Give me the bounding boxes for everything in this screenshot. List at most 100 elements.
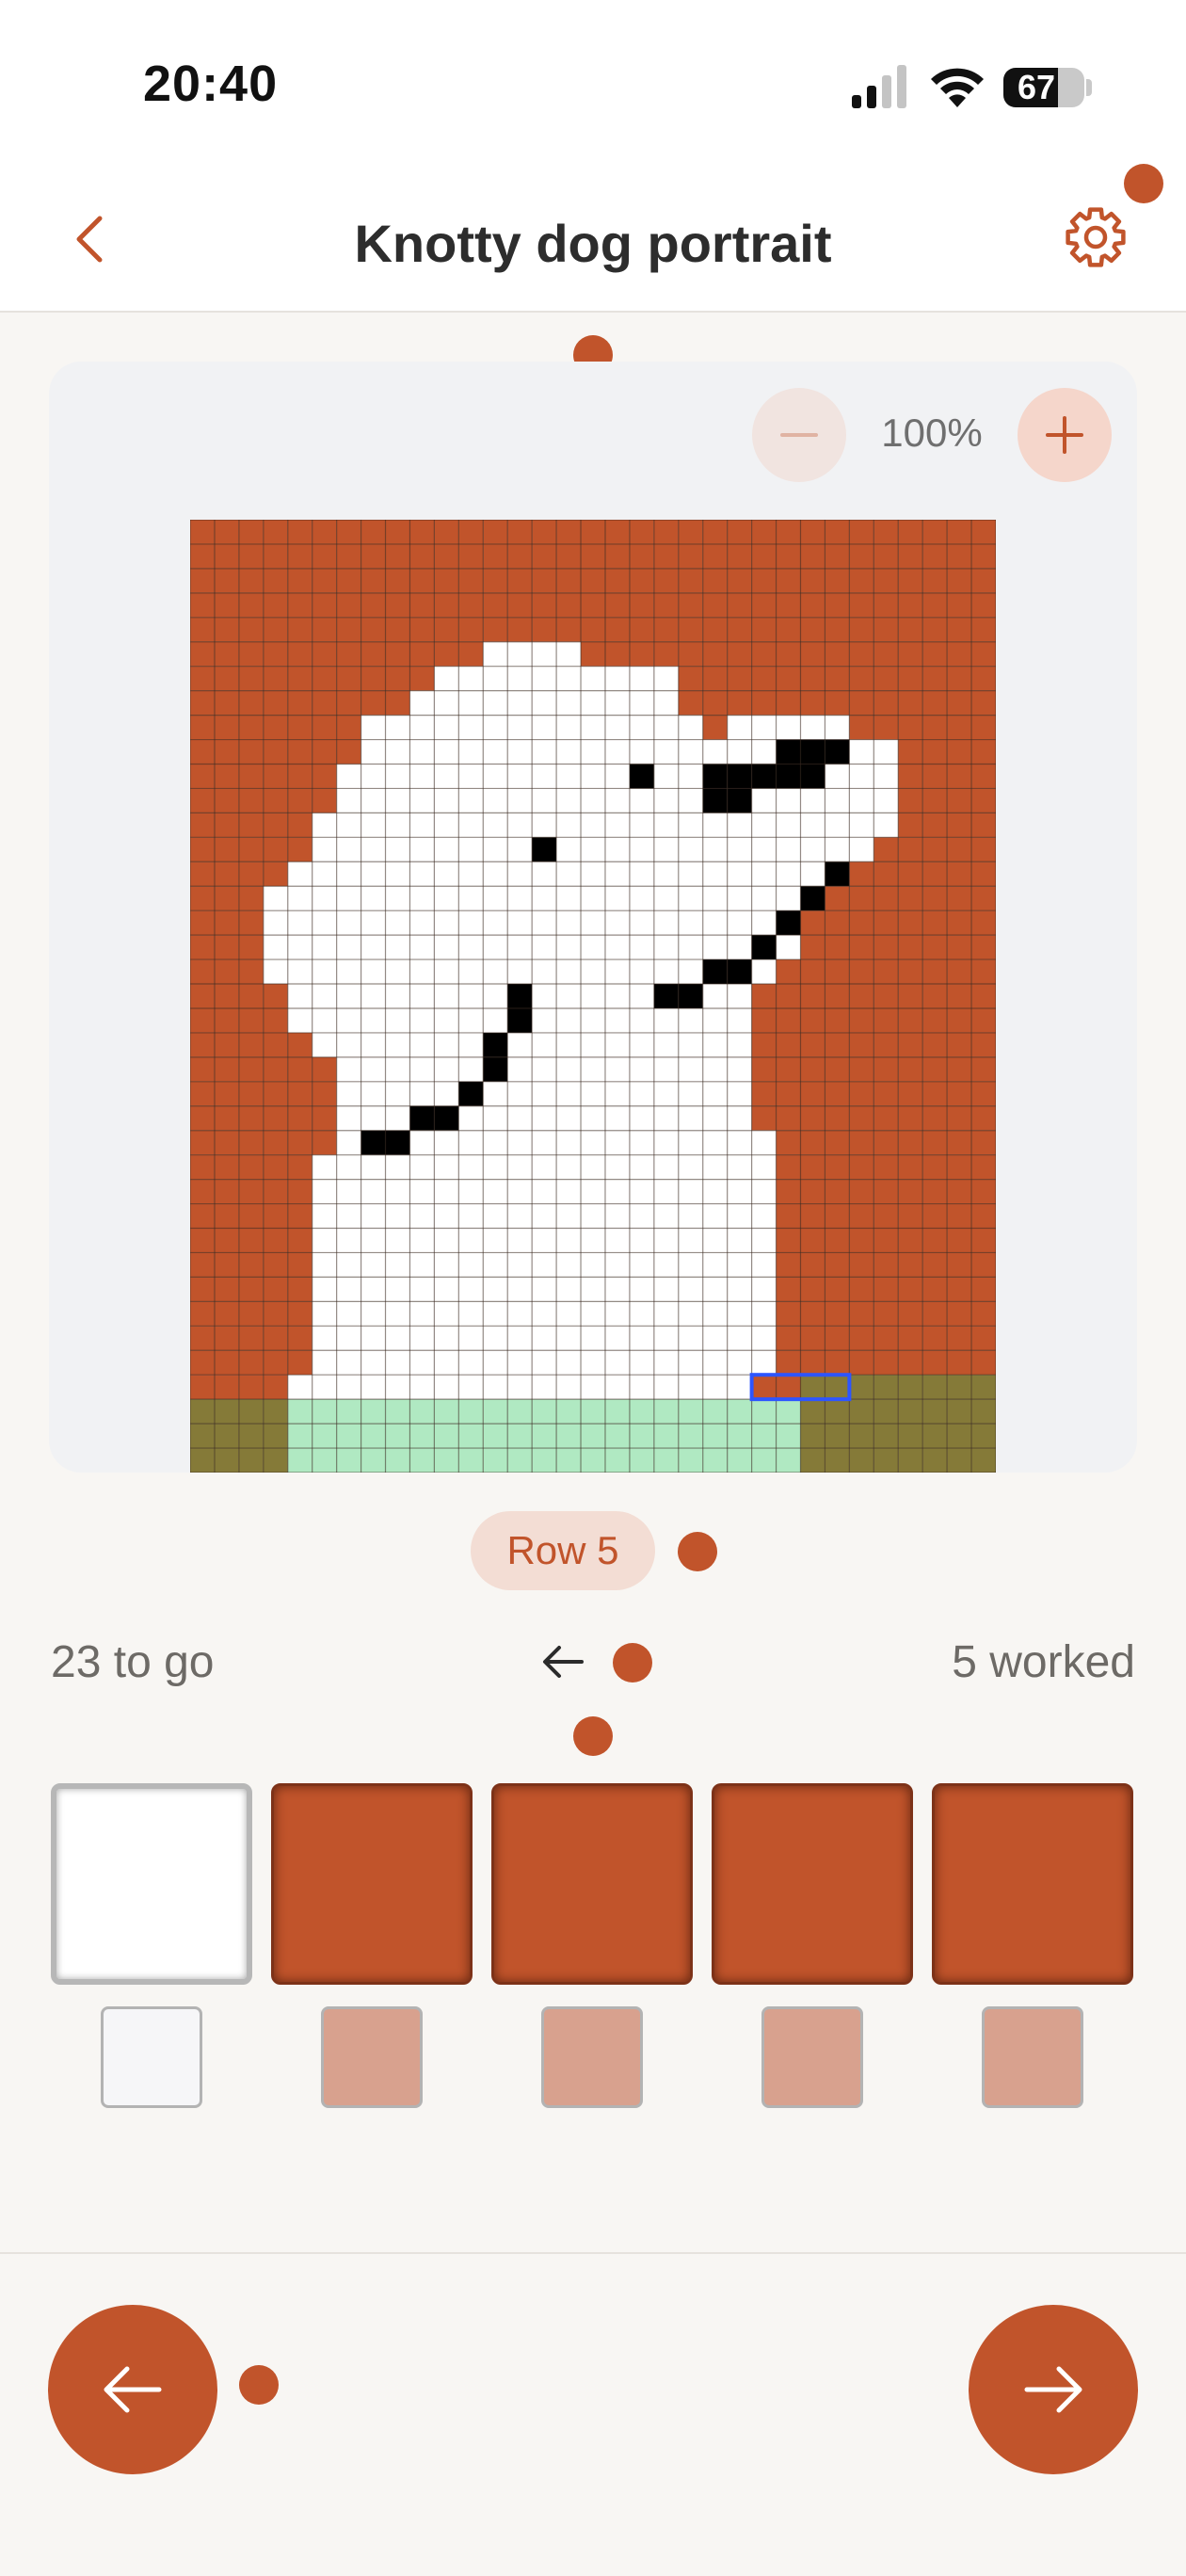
- zoom-in-button[interactable]: [1018, 388, 1112, 482]
- pattern-cell: [361, 1350, 386, 1376]
- knitting-chart[interactable]: [190, 520, 996, 1473]
- pattern-cell: [361, 813, 386, 838]
- pattern-cell: [825, 1007, 850, 1033]
- pattern-cell: [629, 764, 654, 789]
- pattern-cell: [604, 1179, 630, 1204]
- pattern-cell: [702, 1081, 728, 1106]
- pattern-cell: [483, 813, 508, 838]
- pattern-cell: [751, 641, 777, 667]
- pattern-cell: [409, 935, 435, 960]
- pattern-cell: [434, 910, 459, 936]
- pattern-cell: [751, 1007, 777, 1033]
- pattern-cell: [336, 1277, 361, 1302]
- pattern-cell: [532, 1326, 557, 1351]
- pattern-cell: [727, 959, 752, 985]
- pattern-cell: [702, 1326, 728, 1351]
- pattern-cell: [483, 568, 508, 593]
- pattern-cell: [629, 1130, 654, 1155]
- pattern-cell: [409, 1105, 435, 1131]
- pattern-cell: [751, 543, 777, 569]
- pattern-cell: [336, 1448, 361, 1473]
- pattern-cell: [434, 520, 459, 544]
- pattern-cell: [898, 1326, 923, 1351]
- pattern-cell: [800, 543, 825, 569]
- pattern-cell: [312, 837, 337, 862]
- pattern-cell: [776, 715, 801, 740]
- pattern-cell: [361, 1228, 386, 1253]
- pattern-cell: [776, 1179, 801, 1204]
- pattern-cell: [849, 1228, 874, 1253]
- pattern-cell: [336, 1203, 361, 1229]
- pattern-cell: [238, 886, 264, 911]
- stitch-cell[interactable]: [271, 1783, 473, 1985]
- pattern-cell: [409, 984, 435, 1008]
- pattern-cell: [825, 568, 850, 593]
- pattern-cell: [873, 788, 899, 813]
- stitch-cell[interactable]: [51, 1783, 252, 1985]
- pattern-cell: [263, 1252, 288, 1278]
- pattern-cell: [532, 788, 557, 813]
- pattern-cell: [458, 1252, 484, 1278]
- color-swatch[interactable]: [321, 2006, 423, 2108]
- pattern-cell: [507, 788, 533, 813]
- pattern-cell: [287, 1424, 313, 1449]
- pattern-cell: [336, 617, 361, 642]
- previous-row-button[interactable]: [48, 2305, 217, 2474]
- pattern-cell: [581, 837, 605, 862]
- pattern-cell: [629, 641, 654, 667]
- pattern-cell: [947, 1105, 972, 1131]
- pattern-cell: [190, 984, 215, 1008]
- pattern-cell: [800, 739, 825, 765]
- pattern-cell: [800, 813, 825, 838]
- pattern-cell: [312, 1277, 337, 1302]
- pattern-cell: [702, 1301, 728, 1327]
- pattern-cell: [653, 886, 679, 911]
- color-swatch[interactable]: [101, 2006, 202, 2108]
- pattern-cell: [604, 1032, 630, 1057]
- pattern-cell: [751, 984, 777, 1008]
- stitch-cell[interactable]: [491, 1783, 693, 1985]
- pattern-cell: [556, 1448, 582, 1473]
- pattern-cell: [385, 715, 410, 740]
- pattern-cell: [873, 935, 899, 960]
- pattern-cell: [849, 788, 874, 813]
- pattern-cell: [238, 1375, 264, 1400]
- stitch-cell[interactable]: [932, 1783, 1133, 1985]
- pattern-cell: [947, 1203, 972, 1229]
- pattern-cell: [898, 861, 923, 887]
- color-swatch[interactable]: [982, 2006, 1083, 2108]
- pattern-cell: [776, 764, 801, 789]
- pattern-cell: [800, 910, 825, 936]
- pattern-cell: [678, 1252, 703, 1278]
- pattern-cell: [971, 641, 996, 667]
- pattern-cell: [776, 1375, 801, 1400]
- pattern-cell: [653, 1375, 679, 1400]
- pattern-cell: [532, 739, 557, 765]
- next-row-button[interactable]: [969, 2305, 1138, 2474]
- pattern-cell: [678, 739, 703, 765]
- pattern-cell: [898, 788, 923, 813]
- pattern-cell: [483, 886, 508, 911]
- stitch-cell[interactable]: [712, 1783, 913, 1985]
- pattern-cell: [581, 1154, 605, 1180]
- pattern-cell: [922, 788, 948, 813]
- pattern-cell: [800, 715, 825, 740]
- pattern-cell: [604, 984, 630, 1008]
- pattern-cell: [483, 910, 508, 936]
- color-swatch[interactable]: [541, 2006, 643, 2108]
- zoom-out-button[interactable]: [752, 388, 846, 482]
- color-swatch[interactable]: [761, 2006, 863, 2108]
- pattern-cell: [385, 1326, 410, 1351]
- pattern-cell: [702, 1375, 728, 1400]
- pattern-cell: [556, 910, 582, 936]
- pattern-cell: [727, 886, 752, 911]
- pattern-cell: [287, 1105, 313, 1131]
- pattern-cell: [604, 690, 630, 716]
- gear-icon[interactable]: [1056, 198, 1135, 277]
- pattern-cell: [751, 520, 777, 544]
- pattern-cell: [458, 690, 484, 716]
- pattern-cell: [483, 1301, 508, 1327]
- pattern-cell: [947, 1301, 972, 1327]
- pattern-cell: [214, 1130, 239, 1155]
- pattern-cell: [922, 1081, 948, 1106]
